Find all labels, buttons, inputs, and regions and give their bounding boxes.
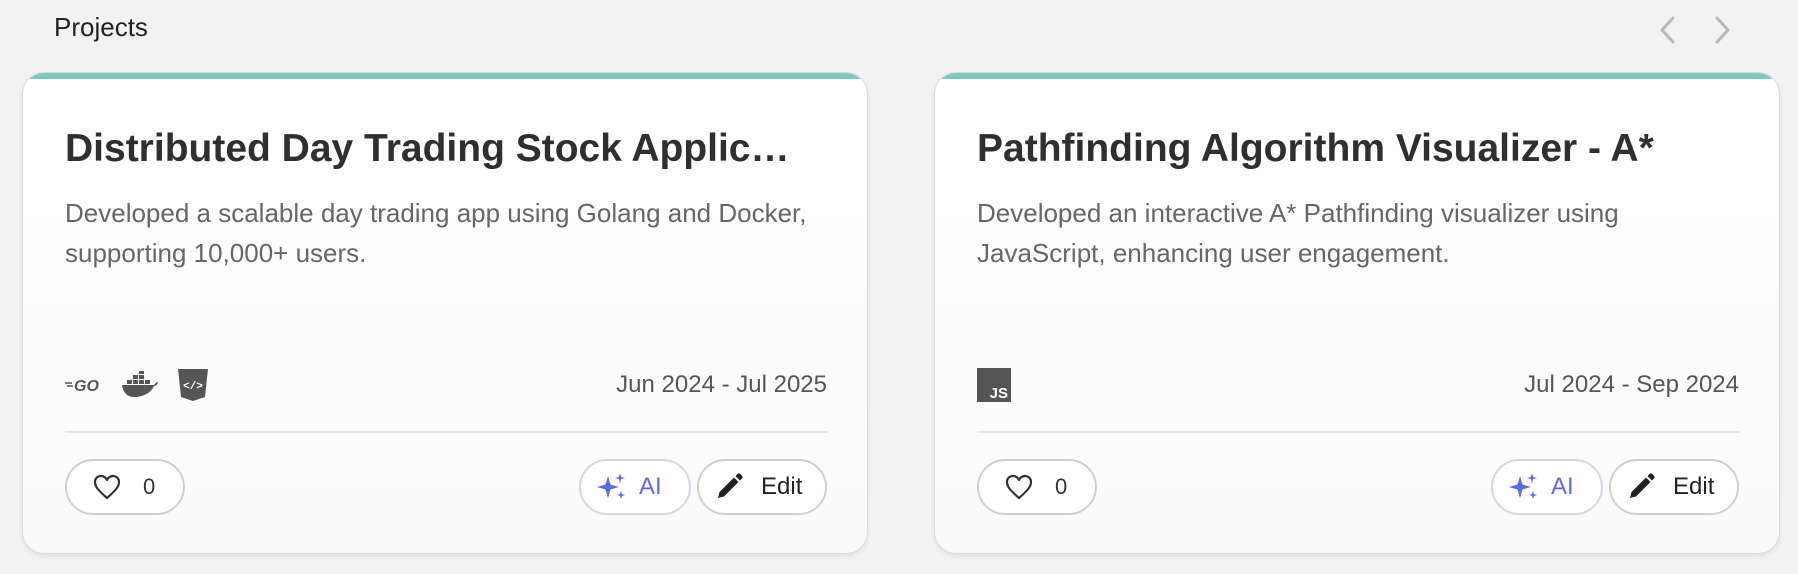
card-divider (977, 431, 1739, 433)
project-description: Developed an interactive A* Pathfinding … (977, 198, 1619, 268)
ai-button[interactable]: AI (579, 459, 691, 515)
edit-button[interactable]: Edit (1609, 459, 1739, 515)
edit-button-label: Edit (761, 473, 803, 500)
project-card[interactable]: Pathfinding Algorithm Visualizer - A* De… (934, 72, 1780, 554)
project-title[interactable]: Distributed Day Trading Stock Applic… (65, 127, 835, 171)
pencil-icon (718, 473, 743, 498)
carousel-next-button[interactable] (1702, 10, 1742, 50)
docker-icon (121, 365, 159, 405)
heart-icon (1005, 474, 1033, 500)
project-cards: Distributed Day Trading Stock Applic… De… (22, 72, 1782, 554)
like-button[interactable]: 0 (977, 459, 1097, 515)
svg-text:</>: </> (183, 381, 203, 393)
project-title[interactable]: Pathfinding Algorithm Visualizer - A* (977, 127, 1747, 171)
sparkle-icon (597, 473, 625, 499)
svg-text:GO: GO (74, 378, 99, 395)
html-icon: </> (177, 365, 209, 405)
go-icon: GO (65, 365, 103, 405)
ai-button-label: AI (639, 473, 662, 500)
tech-stack: JS (977, 365, 1011, 405)
javascript-icon: JS (977, 365, 1011, 405)
project-date-range: Jun 2024 - Jul 2025 (616, 371, 827, 398)
like-button[interactable]: 0 (65, 459, 185, 515)
projects-section: Projects Distributed Day Trading Stock A… (0, 0, 1798, 574)
pencil-icon (1630, 473, 1655, 498)
card-divider (65, 431, 827, 433)
svg-text:JS: JS (990, 385, 1008, 402)
tech-stack: GO </> (65, 365, 209, 405)
project-date-range: Jul 2024 - Sep 2024 (1524, 371, 1739, 398)
projects-header: Projects (0, 0, 1798, 60)
edit-button-label: Edit (1673, 473, 1715, 500)
chevron-right-icon (1715, 16, 1730, 44)
section-title: Projects (54, 12, 148, 42)
ai-button[interactable]: AI (1491, 459, 1603, 515)
like-count: 0 (143, 474, 156, 499)
like-count: 0 (1055, 474, 1068, 499)
chevron-left-icon (1660, 16, 1675, 44)
sparkle-icon (1509, 473, 1537, 499)
edit-button[interactable]: Edit (697, 459, 827, 515)
heart-icon (93, 474, 121, 500)
carousel-prev-button[interactable] (1648, 10, 1688, 50)
project-card[interactable]: Distributed Day Trading Stock Applic… De… (22, 72, 868, 554)
project-description: Developed a scalable day trading app usi… (65, 198, 807, 268)
ai-button-label: AI (1551, 473, 1574, 500)
